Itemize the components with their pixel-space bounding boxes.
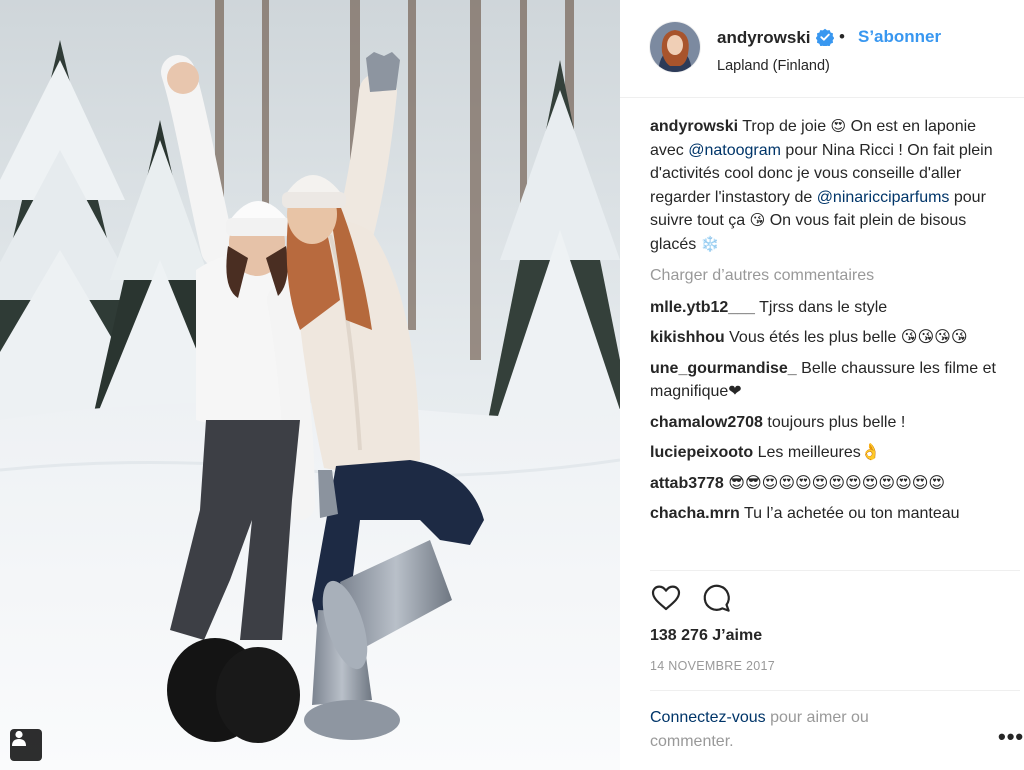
comment-item: mlle.ytb12___ Tjrss dans le style (650, 296, 1008, 320)
comment-text: toujours plus belle ! (762, 413, 906, 431)
speech-bubble-icon[interactable] (701, 582, 733, 614)
divider (650, 690, 1020, 691)
location-link[interactable]: Lapland (Finland) (717, 58, 830, 74)
comments-list[interactable]: andyrowski Trop de joie 😍 On est en lapo… (650, 115, 1008, 567)
load-more-comments-button[interactable]: Charger d’autres commentaires (650, 264, 1008, 288)
emoji: 😘 (749, 211, 766, 229)
photo-illustration (0, 0, 620, 770)
comment-text: Tjrss dans le style (754, 298, 888, 316)
post-header: andyrowski • S’abonner Lapland (Finland) (620, 0, 1024, 98)
divider (650, 570, 1020, 571)
mention-link[interactable]: @ninariccipar­fums (817, 189, 950, 206)
post-photo[interactable] (0, 0, 620, 770)
comment-username[interactable]: attab3778 (650, 475, 724, 492)
post-date[interactable]: 14 NOVEMBRE 2017 (650, 659, 775, 673)
emoji: 😍 (830, 117, 847, 135)
more-options-icon[interactable]: ••• (998, 724, 1024, 750)
post-caption: andyrowski Trop de joie 😍 On est en lapo… (650, 115, 1008, 256)
post-panel: andyrowski • S’abonner Lapland (Finland)… (620, 0, 1024, 770)
post-author-username[interactable]: andyrowski (717, 28, 811, 48)
caption-text: Trop de joie (738, 118, 831, 135)
likes-count[interactable]: 138 276 J’aime (650, 627, 762, 645)
comment-text: 😎😎😍😍😍😍😍😍😍😍😍😍😍 (723, 474, 946, 492)
comment-item: chacha.mrn Tu l’a achetée ou ton manteau (650, 502, 1008, 526)
comment-text: Les meilleures👌 (753, 444, 881, 461)
login-prompt: Connectez-vous pour aimer ou commenter. (650, 706, 940, 754)
comment-item: une_gourmandise_ Belle chaussure les fil… (650, 357, 1008, 404)
comment-username[interactable]: luciepeixooto (650, 444, 753, 461)
login-link[interactable]: Connectez-vous (650, 709, 766, 726)
comment-item: attab3778 😎😎😍😍😍😍😍😍😍😍😍😍😍 (650, 472, 1008, 496)
caption-username[interactable]: andyrowski (650, 118, 738, 135)
heart-outline-icon[interactable] (650, 582, 682, 614)
comment-item: chamalow2708 toujours plus belle ! (650, 411, 1008, 435)
avatar[interactable] (650, 22, 700, 72)
comment-username[interactable]: kikishhou (650, 329, 725, 346)
comment-username[interactable]: une_gourmandise_ (650, 360, 797, 377)
comment-item: kikishhou Vous étés les plus belle 😘😘😘😘 (650, 326, 1008, 350)
comment-text: Vous étés les plus belle 😘😘😘😘 (724, 329, 968, 346)
separator-dot: • (839, 27, 845, 46)
follow-button[interactable]: S’abonner (858, 27, 941, 47)
person-tag-icon[interactable] (10, 729, 42, 761)
comment-username[interactable]: chamalow2708 (650, 414, 763, 431)
mention-link[interactable]: @natoogram (688, 142, 781, 159)
comment-username[interactable]: chacha.mrn (650, 505, 740, 522)
verified-badge-icon (815, 28, 835, 48)
comment-text: Tu l’a achetée ou ton manteau (739, 505, 960, 522)
comment-item: luciepeixooto Les meilleures👌 (650, 441, 1008, 465)
comment-username[interactable]: mlle.ytb12___ (650, 299, 755, 316)
emoji: ❄️ (700, 234, 720, 253)
